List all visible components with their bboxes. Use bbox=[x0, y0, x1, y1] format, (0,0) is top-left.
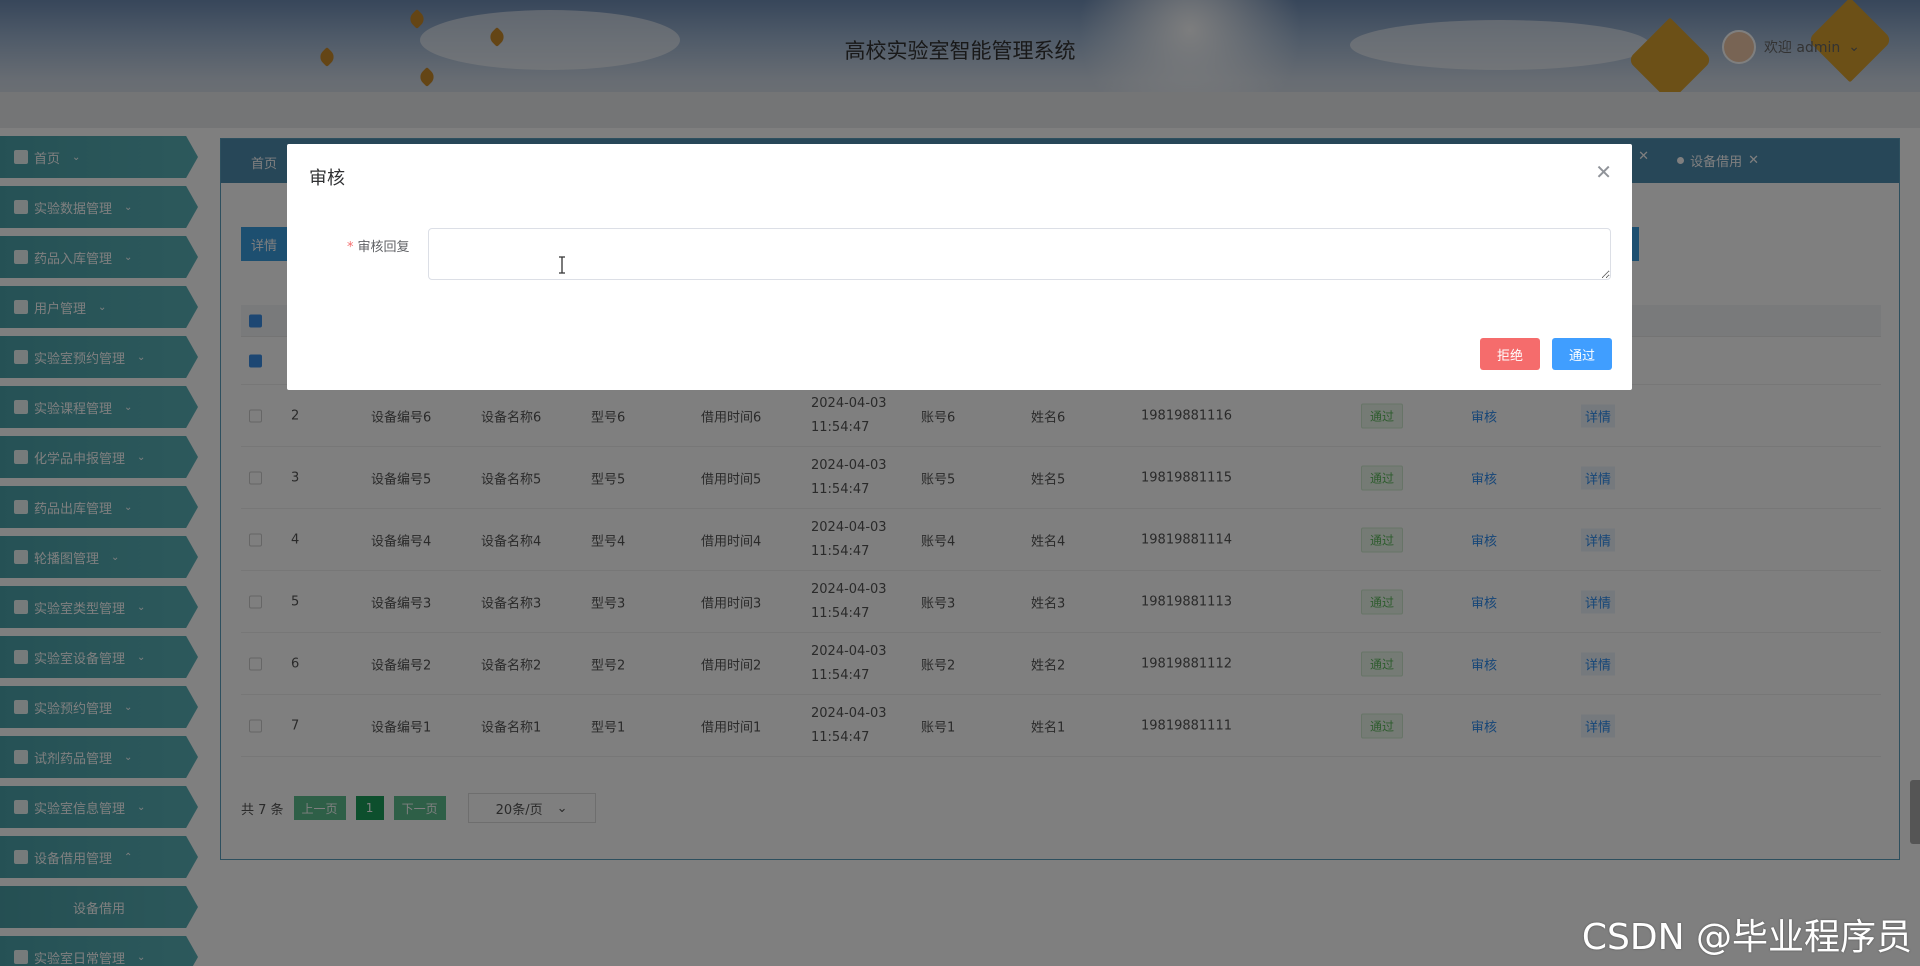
close-icon[interactable]: ✕ bbox=[1595, 162, 1612, 182]
reply-label-text: 审核回复 bbox=[357, 240, 410, 255]
dialog-title: 审核 bbox=[309, 168, 345, 189]
pass-button[interactable]: 通过 bbox=[1552, 338, 1612, 370]
reject-button[interactable]: 拒绝 bbox=[1480, 338, 1540, 370]
audit-reply-input[interactable] bbox=[428, 228, 1611, 280]
scroll-handle[interactable] bbox=[1910, 780, 1920, 844]
watermark: CSDN @毕业程序员 bbox=[1581, 917, 1912, 958]
audit-dialog: 审核 ✕ * 审核回复 拒绝 通过 bbox=[287, 144, 1632, 390]
text-cursor-icon bbox=[559, 256, 565, 274]
required-mark: * bbox=[347, 240, 354, 255]
reply-label: * 审核回复 bbox=[347, 236, 410, 255]
